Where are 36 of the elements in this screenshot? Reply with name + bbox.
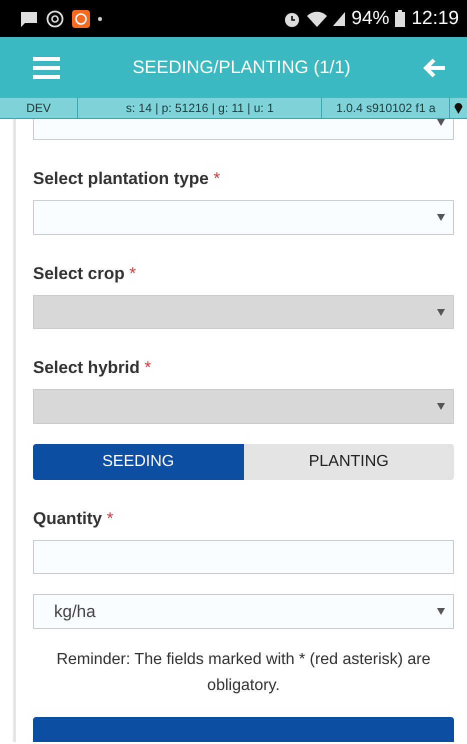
input-field[interactable]	[33, 540, 454, 574]
reminder-text: Reminder: The fields marked with * (red asterisk) are obligatory.	[55, 650, 432, 696]
app-icon	[72, 10, 90, 28]
required-asterisk: *	[106, 508, 114, 528]
dot-icon	[98, 16, 102, 20]
field-label: Select crop	[33, 264, 125, 283]
required-asterisk: *	[213, 168, 220, 188]
location-pin-icon	[454, 101, 463, 114]
toggle-button[interactable]: SEEDING	[33, 444, 244, 480]
menu-icon[interactable]	[33, 56, 60, 78]
field-label: Quantity	[33, 508, 102, 528]
back-arrow-icon[interactable]	[423, 58, 447, 78]
dropdown-caret-icon	[437, 308, 445, 316]
field-label: Select hybrid	[33, 358, 140, 378]
dropdown-caret-icon	[437, 403, 445, 410]
field-label: Select plantation type	[33, 168, 209, 188]
app-bar-title: SEEDING/PLANTING (1/1)	[131, 57, 352, 78]
submit-button[interactable]	[33, 717, 454, 742]
dropdown-field[interactable]: kg/ha	[33, 594, 454, 630]
required-asterisk: *	[144, 358, 152, 378]
battery-icon	[395, 10, 406, 27]
message-icon	[20, 10, 38, 26]
environment-label: DEV	[0, 98, 78, 118]
dropdown-field[interactable]	[33, 119, 454, 140]
battery-percent: 94%	[351, 8, 390, 30]
toggle-button[interactable]: PLANTING	[244, 444, 454, 480]
circle-icon	[46, 10, 64, 28]
dropdown-caret-icon	[437, 214, 445, 221]
signal-icon	[333, 12, 346, 26]
stats-text: s: 14 | p: 51216 | g: 11 | u: 1	[78, 98, 322, 118]
wifi-icon	[307, 10, 328, 26]
dropdown-field[interactable]	[33, 200, 454, 235]
required-asterisk: *	[129, 264, 136, 283]
clock-time: 12:19	[411, 8, 459, 30]
dropdown-caret-icon	[437, 608, 445, 616]
version-text: 1.0.4 s910102 f1 a	[322, 98, 450, 118]
